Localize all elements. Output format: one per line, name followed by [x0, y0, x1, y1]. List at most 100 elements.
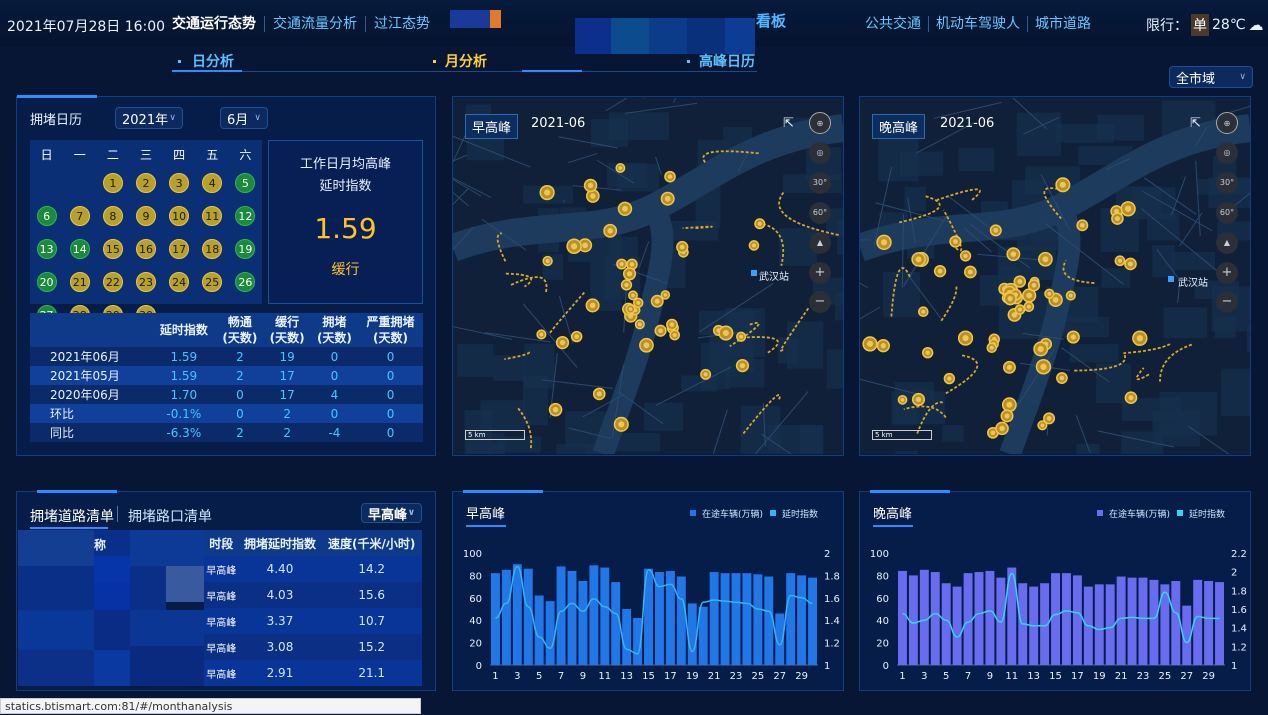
- view-mode-icon[interactable]: ◎: [809, 142, 831, 164]
- table-cell: 早高峰: [204, 660, 239, 686]
- tab-flow-analysis[interactable]: 交通流量分析: [265, 16, 366, 32]
- y-tick-label: 80: [469, 571, 482, 582]
- evening-peak-map[interactable]: 晚高峰 2021-06 武汉站 5 km ⇱ ⊕ ◎ 30° 60° ▲ + −: [860, 98, 1250, 454]
- calendar-day[interactable]: 16: [136, 239, 156, 259]
- y2-tick-label: 1.4: [1231, 624, 1247, 635]
- weekday-label: 三: [129, 140, 162, 170]
- morning-peak-map[interactable]: 早高峰 2021-06 武汉站 5 km ⇱ ⊕ ◎ 30° 60° ▲ + −: [453, 98, 843, 454]
- bar: [742, 573, 751, 665]
- congestion-point-core: [571, 243, 577, 249]
- table-cell: -0.1%: [151, 404, 216, 423]
- calendar-day[interactable]: 25: [202, 272, 222, 292]
- tab-river-crossing[interactable]: 过江态势: [366, 16, 438, 32]
- tab-congested-junctions[interactable]: 拥堵路口清单: [128, 506, 212, 526]
- x-tick-label: 17: [664, 671, 677, 682]
- congestion-point-core: [658, 328, 663, 333]
- calendar-day[interactable]: 15: [103, 239, 123, 259]
- calendar-day[interactable]: 21: [70, 272, 90, 292]
- tab-divider: [117, 506, 118, 522]
- calendar-day[interactable]: 14: [70, 239, 90, 259]
- compass-icon[interactable]: ⊕: [809, 112, 831, 134]
- table-row[interactable]: 早高峰4.0315.6: [204, 582, 422, 608]
- congestion-point-core: [921, 310, 925, 314]
- region-select[interactable]: 全市域 ∨: [1169, 66, 1253, 88]
- compass-icon[interactable]: ⊕: [1216, 112, 1238, 134]
- calendar-day[interactable]: 7: [70, 206, 90, 226]
- tab-drivers[interactable]: 机动车驾驶人: [929, 16, 1028, 32]
- calendar-day[interactable]: 10: [169, 206, 189, 226]
- zoom-out-button[interactable]: −: [809, 291, 831, 313]
- calendar-day[interactable]: 4: [202, 173, 222, 193]
- calendar-day[interactable]: 22: [103, 272, 123, 292]
- north-arrow-icon[interactable]: ▲: [1216, 232, 1238, 254]
- x-tick-label: 17: [1071, 671, 1084, 682]
- table-row[interactable]: 早高峰4.4014.2: [204, 556, 422, 582]
- calendar-day[interactable]: 20: [37, 272, 57, 292]
- calendar-day[interactable]: 17: [169, 239, 189, 259]
- legend-swatch: [770, 510, 776, 516]
- subtab-peak-calendar[interactable]: 高峰日历: [699, 51, 755, 71]
- fullscreen-icon[interactable]: ⇱: [783, 116, 794, 131]
- weekday-label: 四: [163, 140, 196, 170]
- y2-tick-label: 1.8: [1231, 586, 1247, 597]
- table-row[interactable]: 早高峰3.3710.7: [204, 608, 422, 634]
- tilt-60-button[interactable]: 60°: [1216, 202, 1238, 224]
- map-block: [591, 119, 628, 147]
- fullscreen-icon[interactable]: ⇱: [1190, 116, 1201, 131]
- calendar-day[interactable]: 9: [136, 206, 156, 226]
- calendar-day[interactable]: 2: [136, 173, 156, 193]
- tab-congested-roads[interactable]: 拥堵道路清单: [30, 506, 114, 526]
- month-select[interactable]: 6月 ∨: [220, 107, 268, 129]
- x-tick-label: 27: [773, 671, 786, 682]
- table-cell: 环比: [30, 404, 151, 423]
- status-bar-url: statics.btismart.com:81/#/monthanalysis: [0, 698, 421, 714]
- map-block: [883, 272, 920, 318]
- zoom-out-button[interactable]: −: [1216, 291, 1238, 313]
- table-row[interactable]: 早高峰2.9121.1: [204, 660, 422, 686]
- bar: [721, 573, 730, 665]
- bar: [524, 569, 533, 665]
- calendar-day[interactable]: 18: [202, 239, 222, 259]
- calendar-day[interactable]: 26: [235, 272, 255, 292]
- x-tick-label: 5: [536, 671, 542, 682]
- calendar-day[interactable]: 19: [235, 239, 255, 259]
- calendar-day[interactable]: 1: [103, 173, 123, 193]
- calendar-day[interactable]: 23: [136, 272, 156, 292]
- tilt-60-button[interactable]: 60°: [809, 202, 831, 224]
- calendar-day[interactable]: 3: [169, 173, 189, 193]
- datetime: 2021年07月28日 16:00: [7, 16, 165, 36]
- subtab-day[interactable]: 日分析: [192, 51, 234, 71]
- bar: [699, 607, 708, 665]
- table-cell: 0: [311, 347, 358, 366]
- bar: [909, 575, 918, 665]
- tilt-30-button[interactable]: 30°: [809, 172, 831, 194]
- tilt-30-button[interactable]: 30°: [1216, 172, 1238, 194]
- zoom-in-button[interactable]: +: [1216, 262, 1238, 284]
- zoom-in-button[interactable]: +: [809, 262, 831, 284]
- bar: [1128, 578, 1137, 665]
- calendar-day[interactable]: 24: [169, 272, 189, 292]
- calendar-day[interactable]: 6: [37, 206, 57, 226]
- map-block: [837, 219, 843, 255]
- tab-traffic-status[interactable]: 交通运行态势: [172, 16, 265, 32]
- table-body: 早高峰4.4014.2早高峰4.0315.6早高峰3.3710.7早高峰3.08…: [204, 556, 422, 686]
- calendar-day[interactable]: 8: [103, 206, 123, 226]
- tab-city-roads[interactable]: 城市道路: [1028, 16, 1098, 32]
- subtab-month[interactable]: 月分析: [445, 51, 487, 71]
- peak-select-value: 早高峰: [368, 504, 407, 523]
- stat-title-2: 延时指数: [269, 175, 422, 194]
- calendar-day[interactable]: 13: [37, 239, 57, 259]
- table-row[interactable]: 早高峰3.0815.2: [204, 634, 422, 660]
- calendar-day[interactable]: 11: [202, 206, 222, 226]
- peak-select[interactable]: 早高峰 ∨: [361, 503, 422, 523]
- congestion-point-core: [1026, 293, 1032, 299]
- calendar-day[interactable]: 5: [235, 173, 255, 193]
- view-mode-icon[interactable]: ◎: [1216, 142, 1238, 164]
- congestion-point-core: [963, 254, 967, 258]
- calendar-day[interactable]: 12: [235, 206, 255, 226]
- congestion-point-core: [739, 335, 743, 339]
- map-block: [524, 344, 554, 389]
- north-arrow-icon[interactable]: ▲: [809, 232, 831, 254]
- tab-public-transport[interactable]: 公共交通: [858, 16, 929, 32]
- year-select[interactable]: 2021年 ∨: [115, 107, 183, 129]
